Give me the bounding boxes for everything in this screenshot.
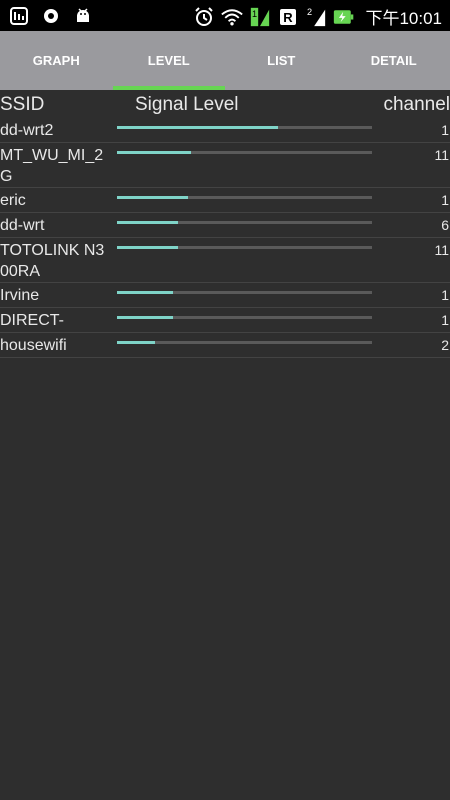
- signal-bar-fill: [117, 151, 191, 154]
- signal-bar-track: [117, 341, 372, 344]
- signal-bar-track: [117, 196, 372, 199]
- alarm-icon: [193, 6, 215, 28]
- svg-text:2: 2: [307, 7, 312, 17]
- channel-value: 2: [441, 337, 449, 353]
- clock: 下午10:01: [365, 9, 442, 28]
- list-item[interactable]: eric 1: [0, 188, 450, 213]
- wifi-icon: [221, 6, 244, 28]
- ssid-label: dd-wrt2: [0, 122, 54, 139]
- signal-bar-fill: [117, 246, 179, 249]
- list-item[interactable]: MT_WU_MI_2G 11: [0, 143, 450, 188]
- header-channel: channel: [383, 94, 450, 115]
- list-item[interactable]: dd-wrt 6: [0, 213, 450, 238]
- battery-charging-icon: [333, 6, 355, 28]
- list-item[interactable]: dd-wrt2 1: [0, 118, 450, 143]
- signal-bar-track: [117, 246, 372, 249]
- ssid-label: TOTOLINK N300RA: [0, 242, 105, 280]
- android-icon: [72, 5, 94, 27]
- channel-value: 1: [441, 287, 449, 303]
- channel-value: 1: [441, 192, 449, 208]
- ssid-label: housewifi: [0, 337, 67, 354]
- ssid-label: DIRECT-: [0, 312, 64, 329]
- tab-detail[interactable]: DETAIL: [338, 31, 450, 90]
- tab-label: LIST: [267, 53, 296, 68]
- ssid-label: dd-wrt: [0, 217, 45, 234]
- header-ssid: SSID: [0, 94, 45, 115]
- signal-2-icon: 2: [305, 6, 327, 28]
- signal-bar-track: [117, 221, 372, 224]
- signal-bar-fill: [117, 196, 189, 199]
- ssid-label: Irvine: [0, 287, 40, 304]
- signal-1-icon: 1: [249, 6, 271, 28]
- list-item[interactable]: DIRECT- 1: [0, 308, 450, 333]
- channel-value: 6: [441, 217, 449, 233]
- roaming-r-icon: R: [277, 6, 299, 28]
- tab-graph[interactable]: GRAPH: [0, 31, 113, 90]
- notification-app-icon: [8, 5, 30, 27]
- list-item[interactable]: TOTOLINK N300RA 11: [0, 238, 450, 283]
- signal-bar-track: [117, 126, 372, 129]
- tab-list[interactable]: LIST: [225, 31, 338, 90]
- cloud-icon: [40, 5, 62, 27]
- ssid-label: eric: [0, 192, 26, 209]
- tab-label: DETAIL: [370, 53, 417, 68]
- signal-bar-track: [117, 316, 372, 319]
- signal-bar-fill: [117, 291, 174, 294]
- signal-bar-fill: [117, 126, 278, 129]
- tab-level[interactable]: LEVEL: [112, 31, 226, 90]
- signal-bar-track: [117, 151, 372, 154]
- svg-text:1: 1: [252, 9, 257, 19]
- signal-bar-track: [117, 291, 372, 294]
- tab-label: LEVEL: [147, 53, 190, 68]
- signal-bar-fill: [117, 316, 174, 319]
- svg-text:R: R: [284, 10, 294, 25]
- channel-value: 11: [434, 147, 449, 163]
- list-item[interactable]: Irvine 1: [0, 283, 450, 308]
- network-list: SSID Signal Level channel dd-wrt2 1 MT_WU_…: [0, 90, 450, 358]
- ssid-label: MT_WU_MI_2G: [0, 147, 104, 185]
- channel-value: 1: [441, 122, 449, 138]
- tab-label: GRAPH: [32, 53, 80, 68]
- list-item[interactable]: housewifi 2: [0, 333, 450, 358]
- signal-bar-fill: [117, 341, 156, 344]
- list-header: SSID Signal Level channel: [0, 90, 450, 118]
- signal-bar-fill: [117, 221, 179, 224]
- tab-bar: GRAPH LEVEL LIST DETAIL: [0, 31, 450, 90]
- header-signal-level: Signal Level: [135, 94, 239, 115]
- channel-value: 1: [441, 312, 449, 328]
- channel-value: 11: [434, 242, 449, 258]
- status-bar: 1 R 2 下午10:01: [0, 0, 450, 31]
